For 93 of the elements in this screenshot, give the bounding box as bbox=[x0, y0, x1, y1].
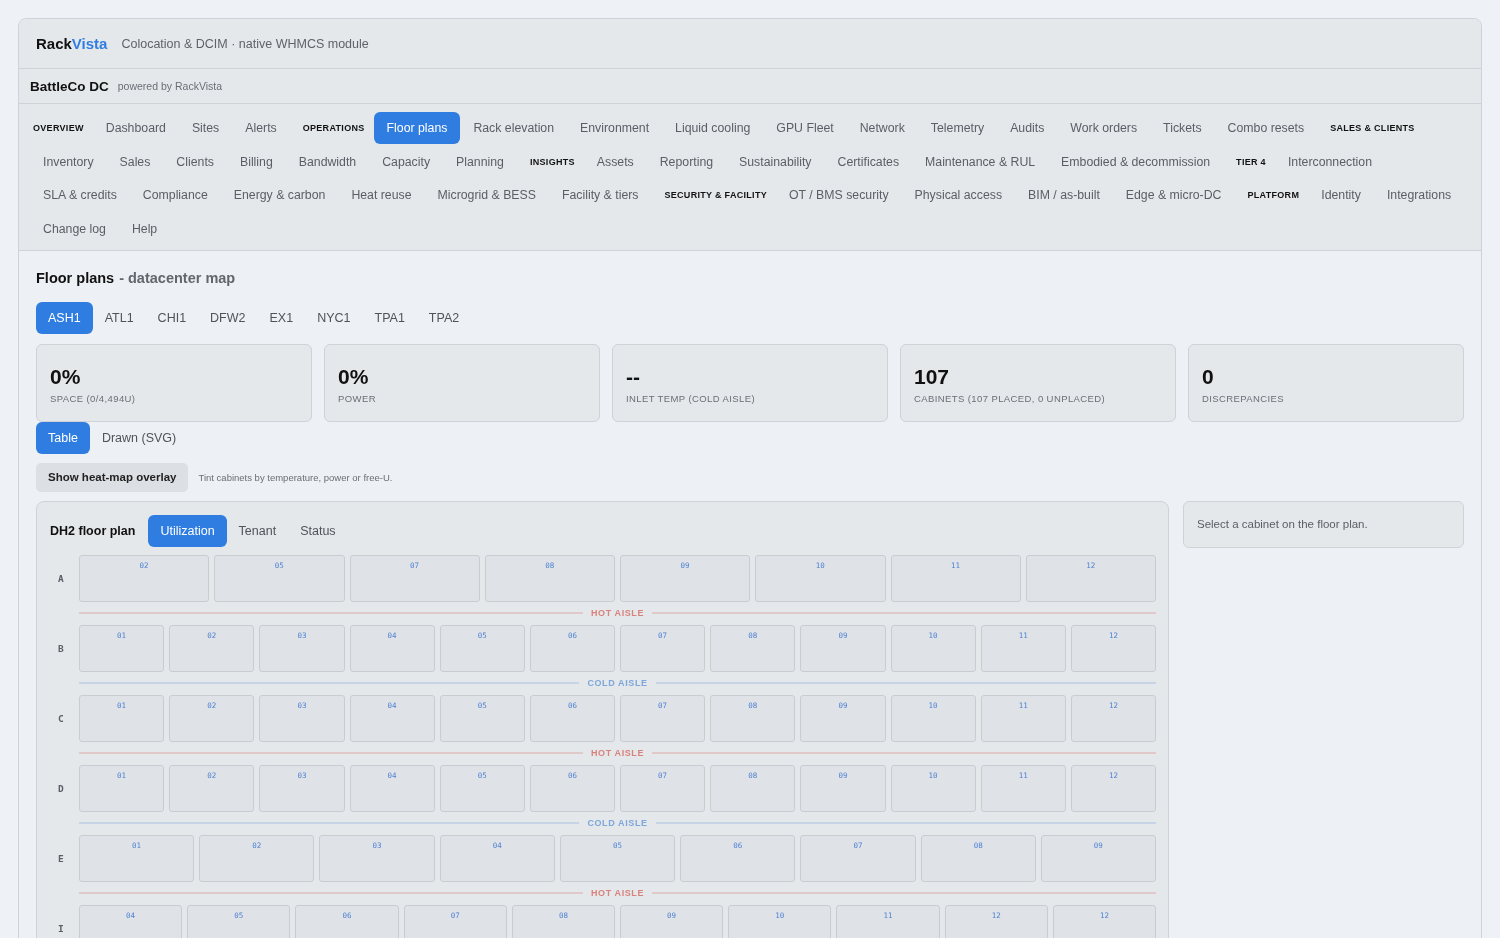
heat-map-button[interactable]: Show heat-map overlay bbox=[36, 462, 189, 492]
row-label: A bbox=[57, 572, 65, 584]
nav-link[interactable]: Tickets bbox=[1150, 112, 1215, 144]
nav-link[interactable]: Alerts bbox=[232, 112, 290, 144]
logo-wordmark: RackVista bbox=[36, 35, 108, 52]
nav-section-heading: INSIGHTS bbox=[528, 156, 576, 167]
nav-link[interactable]: Physical access bbox=[901, 179, 1016, 211]
org-name: BattleCo DC bbox=[30, 78, 109, 94]
nav-link[interactable]: Planning bbox=[443, 145, 517, 178]
nav-link[interactable]: Work orders bbox=[1057, 112, 1151, 144]
nav-section-heading: SECURITY & FACILITY bbox=[663, 190, 768, 200]
nav-section-heading: SALES & CLIENTS bbox=[1329, 123, 1416, 133]
nav-link[interactable]: Rack elevation bbox=[460, 112, 568, 144]
aisle-label: COLD AISLE bbox=[587, 818, 648, 828]
nav-link[interactable]: BIM / as-built bbox=[1015, 179, 1113, 211]
nav-link[interactable]: Assets bbox=[583, 145, 647, 178]
row-label: C bbox=[57, 712, 65, 724]
powered-by-text: powered by RackVista bbox=[117, 80, 223, 92]
stat-label: CABINETS (107 PLACED, 0 UNPLACED) bbox=[914, 392, 1107, 404]
aisle-label: HOT AISLE bbox=[590, 888, 645, 898]
nav-link[interactable]: Combo resets bbox=[1214, 112, 1318, 144]
stat-label: POWER bbox=[338, 392, 377, 404]
floor-plan-title: DH2 floor plan bbox=[50, 523, 136, 538]
aisle-label: HOT AISLE bbox=[590, 608, 645, 618]
nav-link[interactable]: Audits bbox=[997, 112, 1058, 144]
hint-text: Tint cabinets by temperature, power or free-U. bbox=[198, 471, 393, 483]
stat-value: 0 bbox=[1202, 363, 1215, 390]
site-tab[interactable]: DFW2 bbox=[198, 301, 258, 334]
nav-link[interactable]: Network bbox=[846, 112, 918, 144]
stat-value: -- bbox=[626, 363, 641, 390]
site-tab[interactable]: TPA2 bbox=[416, 301, 472, 334]
aisle-label: COLD AISLE bbox=[587, 678, 648, 688]
nav-section-heading: PLATFORM bbox=[1246, 190, 1301, 200]
nav-link[interactable]: Sites bbox=[178, 112, 233, 144]
mode-tab[interactable]: Status bbox=[288, 514, 348, 547]
site-tab[interactable]: CHI1 bbox=[145, 301, 199, 334]
nav-section-heading: OPERATIONS bbox=[301, 123, 366, 133]
aisle-label: HOT AISLE bbox=[590, 748, 645, 758]
nav-link[interactable]: OT / BMS security bbox=[776, 179, 902, 211]
nav-link[interactable]: Sustainability bbox=[726, 145, 825, 178]
nav-link[interactable]: Identity bbox=[1308, 179, 1374, 211]
detail-message: Select a cabinet on the floor plan. bbox=[1197, 518, 1368, 530]
nav-link[interactable]: Floor plans bbox=[373, 112, 461, 144]
nav-link[interactable]: Embodied & decommission bbox=[1048, 145, 1224, 178]
page-title: Floor plans bbox=[36, 269, 115, 286]
row-label: I bbox=[57, 922, 65, 934]
nav-link[interactable]: Sales bbox=[106, 145, 164, 178]
view-tab[interactable]: Drawn (SVG) bbox=[89, 421, 189, 454]
stat-label: DISCREPANCIES bbox=[1202, 392, 1286, 404]
row-label: B bbox=[57, 642, 65, 654]
stat-label: SPACE (0/4,494U) bbox=[50, 392, 137, 404]
nav-link[interactable]: Dashboard bbox=[92, 112, 179, 144]
nav-link[interactable]: Certificates bbox=[824, 145, 913, 178]
nav-link[interactable]: Edge & micro-DC bbox=[1112, 179, 1235, 211]
nav-link[interactable]: Integrations bbox=[1373, 179, 1465, 211]
nav-section-heading: TIER 4 bbox=[1235, 156, 1267, 167]
stat-value: 0% bbox=[50, 363, 82, 390]
nav-section-heading: OVERVIEW bbox=[32, 123, 85, 133]
nav-link[interactable]: Microgrid & BESS bbox=[424, 179, 549, 211]
nav-link[interactable]: Clients bbox=[163, 145, 227, 178]
site-tab[interactable]: ASH1 bbox=[36, 301, 93, 334]
row-label: E bbox=[57, 852, 65, 864]
site-tab[interactable]: ATL1 bbox=[92, 301, 146, 334]
nav-link[interactable]: Help bbox=[118, 212, 171, 245]
nav-link[interactable]: Facility & tiers bbox=[548, 179, 652, 211]
nav-link[interactable]: Change log bbox=[30, 212, 119, 245]
site-tab[interactable]: NYC1 bbox=[305, 301, 363, 334]
nav-link[interactable]: Interconnection bbox=[1274, 145, 1385, 178]
nav-link[interactable]: Compliance bbox=[129, 179, 221, 211]
mode-tab[interactable]: Tenant bbox=[226, 514, 289, 547]
nav-link[interactable]: Capacity bbox=[369, 145, 444, 178]
nav-link[interactable]: Heat reuse bbox=[338, 179, 425, 211]
nav-link[interactable]: Energy & carbon bbox=[220, 179, 339, 211]
page-subtitle: - datacenter map bbox=[119, 269, 236, 286]
site-tab[interactable]: TPA1 bbox=[362, 301, 417, 334]
site-tab[interactable]: EX1 bbox=[257, 301, 306, 334]
nav-link[interactable]: Bandwidth bbox=[285, 145, 370, 178]
stat-value: 0% bbox=[338, 363, 370, 390]
nav-link[interactable]: Reporting bbox=[646, 145, 727, 178]
nav-link[interactable]: Billing bbox=[226, 145, 286, 178]
nav-link[interactable]: Maintenance & RUL bbox=[912, 145, 1049, 178]
row-label: D bbox=[57, 782, 65, 794]
nav-link[interactable]: SLA & credits bbox=[30, 179, 130, 211]
nav-link[interactable]: Liquid cooling bbox=[662, 112, 764, 144]
nav-link[interactable]: Environment bbox=[567, 112, 663, 144]
stat-value: 107 bbox=[914, 363, 951, 390]
stat-label: INLET TEMP (COLD AISLE) bbox=[626, 392, 757, 404]
view-tab[interactable]: Table bbox=[36, 421, 90, 454]
mode-tab[interactable]: Utilization bbox=[148, 514, 227, 547]
nav-link[interactable]: Telemetry bbox=[917, 112, 998, 144]
nav-link[interactable]: Inventory bbox=[30, 145, 107, 178]
tagline: Colocation & DCIM · native WHMCS module bbox=[121, 36, 369, 51]
nav-link[interactable]: GPU Fleet bbox=[763, 112, 847, 144]
